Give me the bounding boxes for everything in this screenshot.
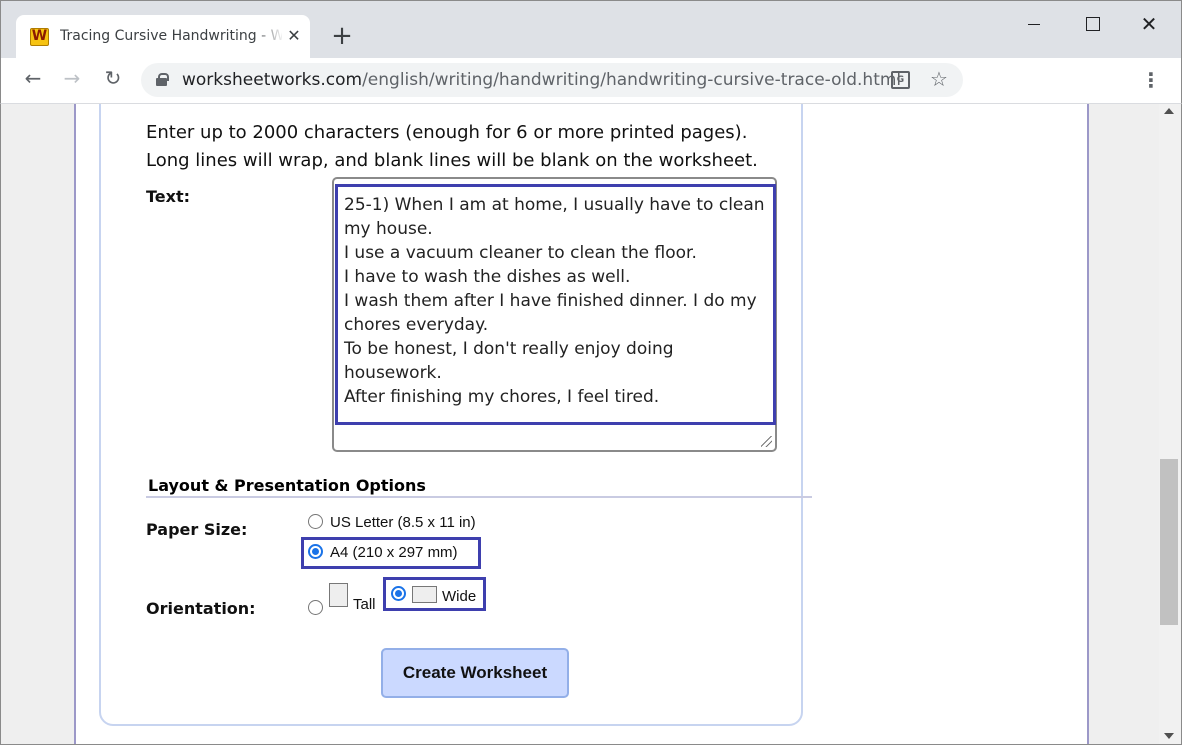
radio-tall[interactable] xyxy=(308,600,323,615)
option-a4-label[interactable]: A4 (210 x 297 mm) xyxy=(330,544,458,561)
reload-icon[interactable]: ↻ xyxy=(99,66,127,94)
lock-icon[interactable] xyxy=(156,73,169,86)
forward-arrow-icon[interactable]: → xyxy=(58,66,86,94)
page-body: Enter up to 2000 characters (enough for … xyxy=(74,104,1089,744)
intro-line-2: Long lines will wrap, and blank lines wi… xyxy=(146,150,758,171)
text-label: Text: xyxy=(146,187,191,206)
page-viewport: Enter up to 2000 characters (enough for … xyxy=(0,104,1182,745)
radio-wide[interactable] xyxy=(391,586,406,601)
paper-size-label: Paper Size: xyxy=(146,520,248,539)
intro-line-1: Enter up to 2000 characters (enough for … xyxy=(146,122,748,143)
worksheet-form-card: Enter up to 2000 characters (enough for … xyxy=(99,104,812,726)
tab-title-fade xyxy=(254,25,284,49)
back-arrow-icon[interactable]: ← xyxy=(19,66,47,94)
browser-tab[interactable]: W Tracing Cursive Handwriting - W ✕ xyxy=(16,15,310,59)
section-divider xyxy=(146,496,812,498)
resize-grip-icon[interactable] xyxy=(761,436,772,447)
scroll-up-arrow-icon[interactable] xyxy=(1164,108,1174,114)
tab-title: Tracing Cursive Handwriting - W xyxy=(60,28,282,44)
window-maximize-button[interactable] xyxy=(1069,9,1115,39)
browser-titlebar: W Tracing Cursive Handwriting - W ✕ + ✕ xyxy=(0,0,1182,59)
radio-us-letter[interactable] xyxy=(308,514,323,529)
new-tab-plus-icon[interactable]: + xyxy=(330,23,354,49)
translate-icon[interactable]: G xyxy=(891,71,910,89)
star-icon[interactable]: ☆ xyxy=(930,66,948,92)
window-minimize-button[interactable] xyxy=(1011,9,1057,39)
kebab-menu-icon[interactable]: ⋮ xyxy=(1139,66,1163,94)
wide-page-icon[interactable] xyxy=(412,586,437,603)
url-text[interactable]: worksheetworks.com/english/writing/handw… xyxy=(182,70,901,90)
vertical-scrollbar[interactable] xyxy=(1159,104,1181,744)
favicon-w-icon: W xyxy=(30,28,49,46)
scroll-thumb[interactable] xyxy=(1160,459,1178,625)
tab-close-icon[interactable]: ✕ xyxy=(285,25,303,47)
option-us-letter-label[interactable]: US Letter (8.5 x 11 in) xyxy=(330,514,476,531)
option-wide-label[interactable]: Wide xyxy=(442,588,476,605)
url-path: /english/writing/handwriting/handwriting… xyxy=(362,70,902,90)
scroll-down-arrow-icon[interactable] xyxy=(1164,733,1174,739)
window-close-button[interactable]: ✕ xyxy=(1126,9,1172,39)
option-tall-label[interactable]: Tall xyxy=(353,596,376,613)
browser-toolbar: ← → ↻ worksheetworks.com/english/writing… xyxy=(0,58,1182,104)
orientation-label: Orientation: xyxy=(146,599,256,618)
text-input-value[interactable]: 25-1) When I am at home, I usually have … xyxy=(344,193,769,409)
url-host: worksheetworks.com xyxy=(182,70,363,90)
tall-page-icon[interactable] xyxy=(329,583,348,607)
section-heading: Layout & Presentation Options xyxy=(148,476,426,495)
radio-a4[interactable] xyxy=(308,544,323,559)
create-worksheet-button[interactable]: Create Worksheet xyxy=(381,648,569,698)
address-bar[interactable]: worksheetworks.com/english/writing/handw… xyxy=(141,63,963,97)
text-highlight-box[interactable]: 25-1) When I am at home, I usually have … xyxy=(335,184,776,425)
